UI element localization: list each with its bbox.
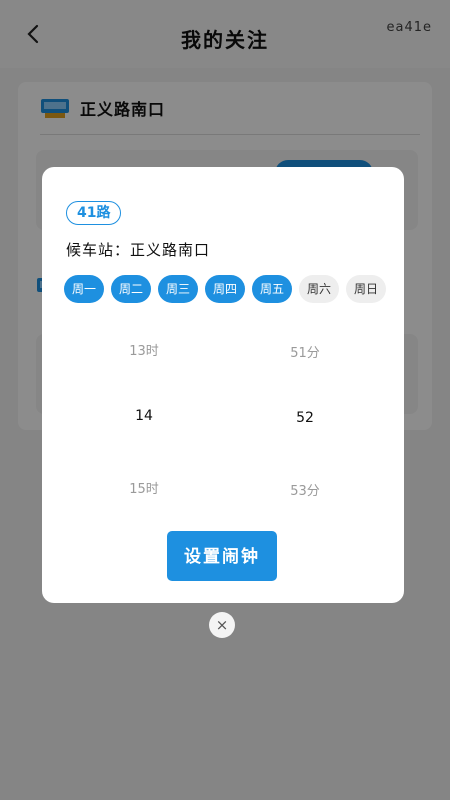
route-badge: 41路 — [66, 201, 122, 225]
close-modal-button[interactable]: × — [209, 612, 235, 638]
day-toggle-sun[interactable]: 周日 — [346, 275, 386, 303]
minute-option-next[interactable]: 53分 — [255, 480, 355, 499]
weekday-selector: 周一 周二 周三 周四 周五 周六 周日 — [64, 275, 386, 303]
day-toggle-wed[interactable]: 周三 — [158, 275, 198, 303]
day-toggle-tue[interactable]: 周二 — [111, 275, 151, 303]
minute-option-prev[interactable]: 51分 — [255, 342, 355, 361]
station-row: 候车站：正义路南口 — [66, 239, 210, 260]
day-toggle-thu[interactable]: 周四 — [205, 275, 245, 303]
station-label: 候车站： — [66, 241, 131, 259]
station-name: 正义路南口 — [130, 241, 211, 259]
day-toggle-fri[interactable]: 周五 — [252, 275, 292, 303]
day-toggle-mon[interactable]: 周一 — [64, 275, 104, 303]
hour-selected[interactable]: 14 — [94, 408, 194, 424]
minute-selected[interactable]: 52 — [255, 410, 355, 426]
close-icon: × — [215, 616, 229, 634]
set-alarm-button[interactable]: 设置闹钟 — [167, 531, 277, 581]
day-toggle-sat[interactable]: 周六 — [299, 275, 339, 303]
hour-option-next[interactable]: 15时 — [94, 478, 194, 497]
hour-option-prev[interactable]: 13时 — [94, 340, 194, 359]
alarm-modal: 41路 候车站：正义路南口 周一 周二 周三 周四 周五 周六 周日 13时 1… — [42, 167, 404, 603]
